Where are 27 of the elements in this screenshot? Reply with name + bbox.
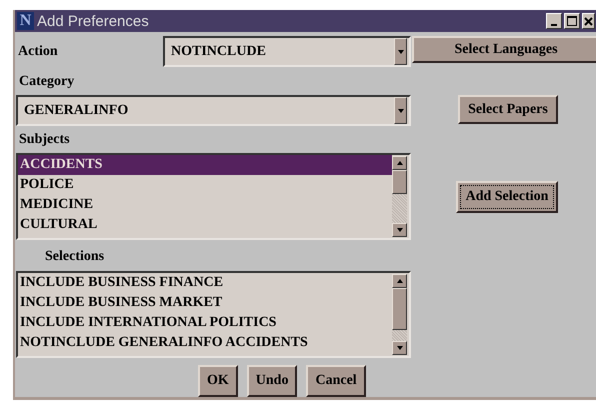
window-title: Add Preferences [37, 12, 150, 30]
list-item[interactable]: INCLUDE BUSINESS FINANCE [18, 273, 392, 293]
ok-button[interactable]: OK [198, 365, 238, 397]
maximize-button[interactable] [564, 13, 580, 29]
cancel-button[interactable]: Cancel [306, 365, 366, 397]
dropdown[interactable]: GENERALINFO [16, 95, 411, 126]
undo-button[interactable]: Undo [246, 365, 298, 397]
list-item[interactable]: ACCIDENTS [18, 155, 392, 175]
dropdown[interactable]: NOTINCLUDE [163, 36, 411, 67]
list-item[interactable]: NOTINCLUDE GENERALINFO ACCIDENTS [18, 333, 392, 353]
field-label: Category [18, 73, 76, 91]
list-item[interactable]: CULTURAL [18, 215, 392, 235]
list-item[interactable]: POLICE [18, 175, 392, 195]
list-item[interactable]: INCLUDE BUSINESS MARKET [18, 293, 392, 313]
scrollbar[interactable] [392, 273, 409, 356]
minimize-button[interactable] [546, 13, 562, 29]
field-label: Selections [44, 248, 106, 266]
app-icon: N [17, 12, 34, 30]
close-button[interactable] [582, 13, 595, 29]
field-label: Action [17, 43, 59, 60]
list-item[interactable]: INCLUDE INTERNATIONAL POLITICS [18, 313, 392, 333]
list-item[interactable]: MEDICINE [18, 195, 392, 215]
select-papers-button[interactable]: Select Papers [458, 95, 558, 124]
field-label: Subjects [18, 131, 71, 149]
scrollbar[interactable] [392, 155, 409, 238]
select-languages-button[interactable]: Select Languages [412, 36, 596, 63]
add-selection-button[interactable]: Add Selection [456, 181, 558, 213]
